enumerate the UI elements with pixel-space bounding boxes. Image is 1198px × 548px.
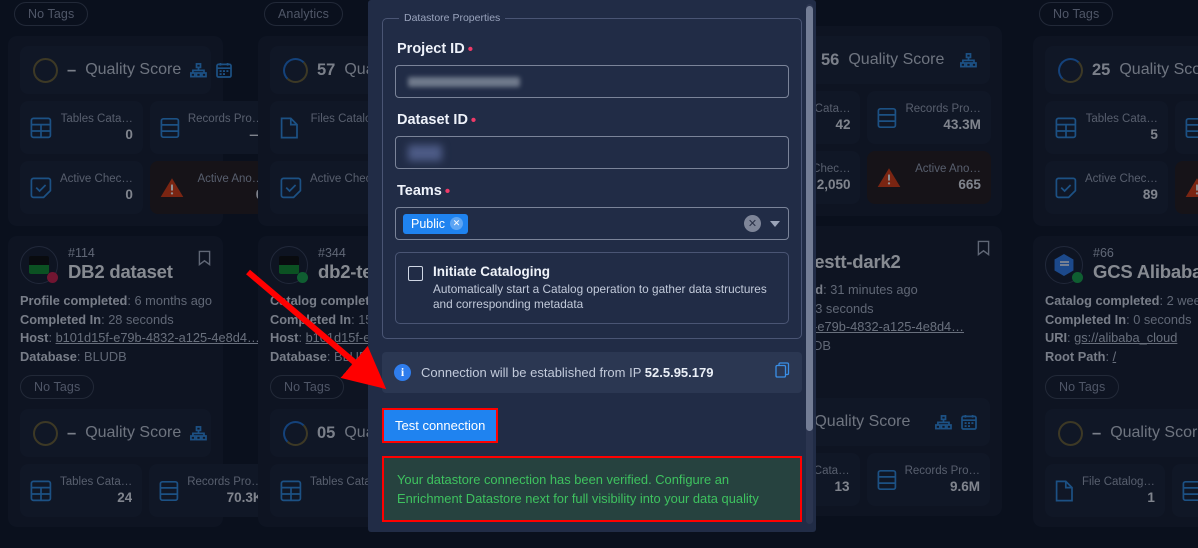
project-id-label: Project ID • bbox=[397, 41, 473, 58]
datastore-properties-modal: Datastore Properties Project ID • Dataset… bbox=[368, 0, 816, 532]
modal-scrollbar-thumb[interactable] bbox=[806, 6, 813, 431]
teams-label: Teams • bbox=[397, 183, 451, 200]
clear-selection-icon[interactable]: ✕ bbox=[744, 215, 761, 232]
dataset-id-input[interactable] bbox=[395, 136, 789, 169]
test-connection-highlight: Test connection bbox=[382, 408, 499, 443]
chevron-down-icon[interactable] bbox=[770, 220, 780, 227]
app-root: No Tags – Quality Score Tables Cata… 0 R… bbox=[0, 0, 1198, 548]
remove-chip-icon[interactable]: ✕ bbox=[450, 217, 464, 230]
fieldset-legend: Datastore Properties bbox=[404, 12, 501, 24]
initiate-cataloging-row[interactable]: Initiate Cataloging Automatically start … bbox=[395, 252, 789, 324]
redacted-value bbox=[408, 76, 520, 87]
dataset-id-label: Dataset ID • bbox=[397, 112, 477, 129]
initiate-cataloging-title: Initiate Cataloging bbox=[433, 264, 551, 279]
project-id-input[interactable] bbox=[395, 65, 789, 98]
initiate-cataloging-description: Automatically start a Catalog operation … bbox=[433, 282, 767, 311]
initiate-cataloging-checkbox[interactable] bbox=[408, 266, 423, 281]
connection-ip-banner: i Connection will be established from IP… bbox=[382, 352, 802, 393]
datastore-properties-fieldset: Datastore Properties Project ID • Dataset… bbox=[382, 12, 802, 339]
modal-scrollbar[interactable] bbox=[806, 4, 813, 524]
required-marker: • bbox=[444, 183, 451, 200]
teams-select[interactable]: Public ✕ ✕ bbox=[395, 207, 789, 240]
required-marker: • bbox=[467, 41, 473, 58]
team-chip-label: Public bbox=[411, 216, 446, 231]
success-message-highlight: Your datastore connection has been verif… bbox=[382, 456, 802, 522]
required-marker: • bbox=[470, 112, 477, 129]
connection-ip-text: Connection will be established from IP 5… bbox=[421, 365, 714, 380]
redacted-value bbox=[408, 144, 442, 161]
team-chip[interactable]: Public ✕ bbox=[403, 213, 469, 234]
copy-icon[interactable] bbox=[775, 362, 790, 383]
connection-ip-value: 52.5.95.179 bbox=[644, 365, 714, 380]
info-icon: i bbox=[394, 364, 411, 381]
success-message: Your datastore connection has been verif… bbox=[384, 458, 800, 520]
test-connection-button[interactable]: Test connection bbox=[384, 410, 497, 441]
